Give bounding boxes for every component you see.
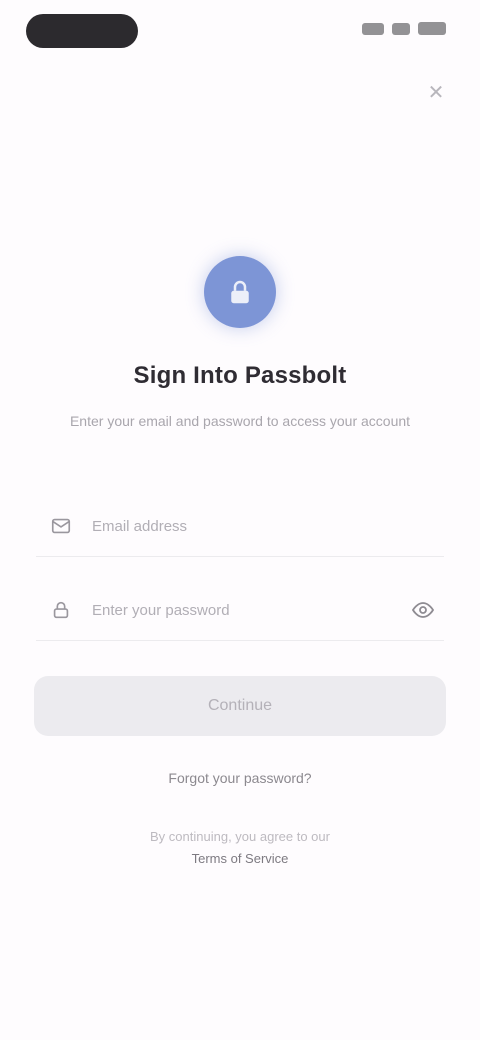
forgot-password-link[interactable]: Forgot your password? xyxy=(0,770,480,786)
sign-in-screen: ✕ Sign Into Passbolt Enter your email an… xyxy=(0,0,480,1040)
signal-icon xyxy=(362,22,384,35)
wifi-icon xyxy=(392,22,410,35)
close-button[interactable]: ✕ xyxy=(422,78,450,106)
eye-icon[interactable] xyxy=(408,595,438,625)
battery-icon xyxy=(418,22,446,35)
terms-notice: By continuing, you agree to our Terms of… xyxy=(50,826,430,870)
email-input[interactable] xyxy=(90,516,444,536)
close-icon: ✕ xyxy=(427,81,445,104)
email-field xyxy=(36,496,444,557)
status-icons xyxy=(362,22,446,35)
dynamic-island xyxy=(26,14,138,48)
terms-link[interactable]: Terms of Service xyxy=(192,851,289,866)
page-subtitle: Enter your email and password to access … xyxy=(69,413,411,429)
password-field xyxy=(36,580,444,641)
status-bar xyxy=(0,0,480,60)
continue-button[interactable]: Continue xyxy=(34,676,446,736)
mail-icon xyxy=(48,513,74,539)
lock-icon xyxy=(204,256,276,328)
key-icon xyxy=(48,597,74,623)
terms-text: By continuing, you agree to our xyxy=(150,829,330,844)
password-input[interactable] xyxy=(90,600,408,620)
page-title: Sign Into Passbolt xyxy=(133,362,347,389)
